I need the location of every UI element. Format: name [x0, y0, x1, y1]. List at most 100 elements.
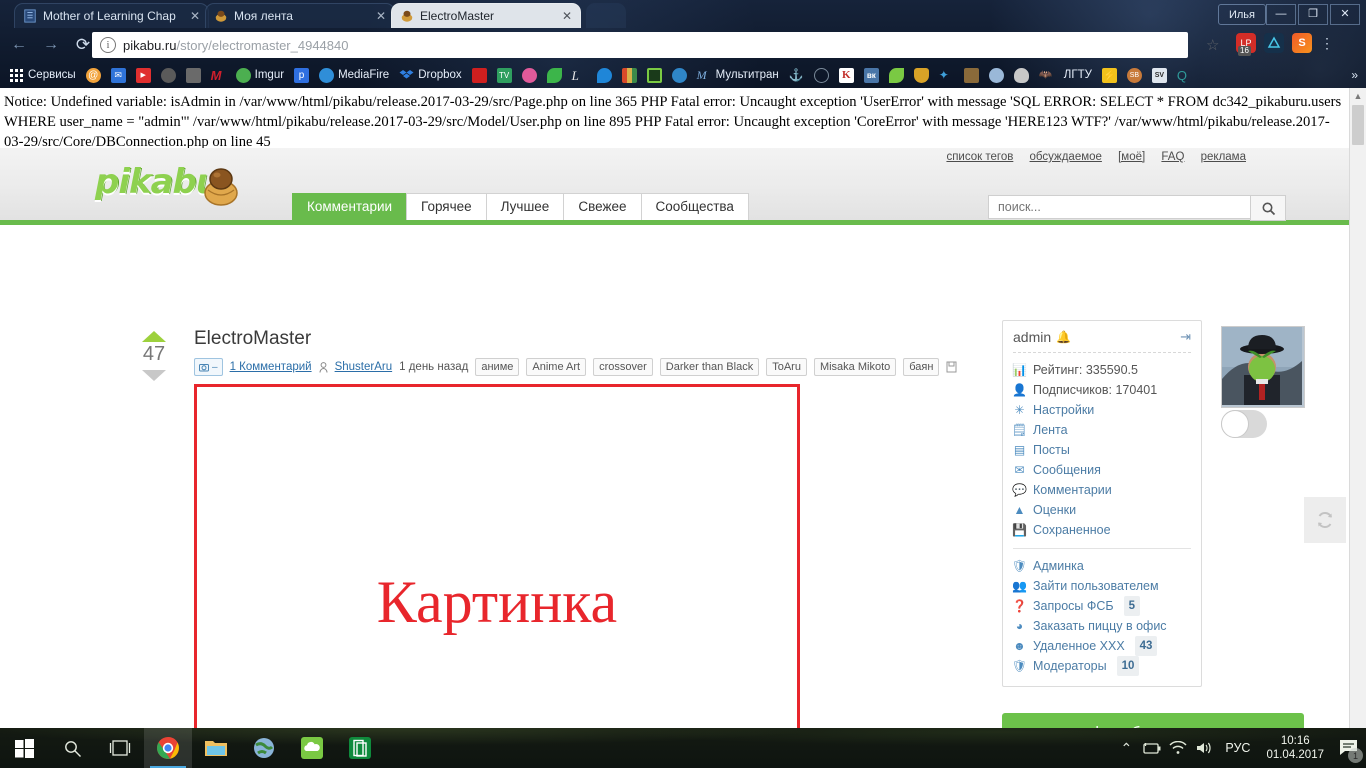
bookmark-orb[interactable] [984, 64, 1009, 86]
top-link-mine[interactable]: [моё] [1118, 151, 1145, 163]
new-tab-button[interactable] [586, 3, 626, 28]
bookmark-k[interactable]: K [834, 64, 859, 86]
bookmark-multitran[interactable]: M Мультитран [692, 64, 784, 86]
back-button[interactable]: ← [6, 32, 32, 58]
globe-taskbar-button[interactable] [240, 728, 288, 768]
lastpass-extension-icon[interactable]: LP 16 [1236, 33, 1256, 56]
sidebar-item-ratings[interactable]: ▲ Оценки [1013, 500, 1191, 520]
chrome-menu-icon[interactable]: ⋮ [1320, 36, 1334, 50]
bookmark-p[interactable]: p [289, 64, 314, 86]
post-title[interactable]: ElectroMaster [194, 328, 311, 350]
sidebar-item-login-as-user[interactable]: 👥 Зайти пользователем [1012, 576, 1191, 596]
page-scrollbar[interactable]: ▲ [1349, 88, 1366, 728]
bookmark-tv[interactable]: TV [492, 64, 517, 86]
bookmark-sb[interactable]: SB [1122, 64, 1147, 86]
bookmark-m[interactable]: M [206, 64, 231, 86]
start-button[interactable] [0, 728, 48, 768]
scroll-up-arrow-icon[interactable]: ▲ [1350, 88, 1366, 104]
restore-button[interactable]: ❐ [1298, 4, 1328, 25]
browser-tab-1-close-icon[interactable]: ✕ [190, 9, 200, 23]
post-tag[interactable]: ToAru [766, 358, 807, 376]
tab-comments[interactable]: Комментарии [292, 193, 408, 220]
browser-tab-3-close-icon[interactable]: ✕ [562, 9, 572, 23]
top-link-discussed[interactable]: обсуждаемое [1030, 151, 1102, 163]
bookmark-bolt[interactable]: ⚡ [1097, 64, 1122, 86]
bookmark-lgtu[interactable]: ЛГТУ [1059, 64, 1097, 86]
post-tag[interactable]: crossover [593, 358, 653, 376]
post-tag[interactable]: Darker than Black [659, 358, 760, 376]
window-user-button[interactable]: Илья [1217, 4, 1266, 25]
post-tag[interactable]: Anime Art [526, 358, 587, 376]
bookmark-gauge[interactable] [809, 64, 834, 86]
sidebar-item-fsb-requests[interactable]: ❓ Запросы ФСБ 5 [1012, 596, 1191, 616]
refresh-widget[interactable] [1304, 497, 1346, 543]
tab-best[interactable]: Лучшее [485, 193, 565, 220]
avatar[interactable] [1221, 326, 1305, 408]
minimize-button[interactable]: — [1266, 4, 1296, 25]
bookmark-dropbox[interactable]: Dropbox [394, 64, 466, 86]
bookmark-books[interactable] [617, 64, 642, 86]
close-button[interactable]: ✕ [1330, 4, 1360, 25]
bookmark-mediafire[interactable]: MediaFire [314, 64, 394, 86]
scrollbar-thumb[interactable] [1352, 105, 1364, 145]
notes-taskbar-button[interactable] [336, 728, 384, 768]
address-bar[interactable]: i pikabu.ru/story/electromaster_4944840 [92, 32, 1188, 58]
bookmarks-overflow-icon[interactable]: » [1351, 68, 1366, 82]
bookmark-mask[interactable] [1009, 64, 1034, 86]
sidebar-item-feed[interactable]: 🗒 Лента [1012, 420, 1191, 440]
sidebar-username[interactable]: admin [1013, 329, 1051, 345]
site-logo[interactable]: pikabu [95, 162, 245, 208]
bookmark-tree[interactable] [959, 64, 984, 86]
bookmark-flower[interactable] [884, 64, 909, 86]
top-link-faq[interactable]: FAQ [1161, 151, 1184, 163]
file-explorer-taskbar-button[interactable] [192, 728, 240, 768]
chevron-up-icon[interactable]: ⌃ [1113, 728, 1139, 768]
post-comments-link[interactable]: 1 Комментарий [230, 361, 312, 373]
browser-tab-1[interactable]: Mother of Learning Chap ✕ [14, 3, 209, 28]
post-tag[interactable]: баян [903, 358, 940, 376]
sidebar-toggle-switch[interactable] [1221, 410, 1267, 438]
bookmark-leaf[interactable] [542, 64, 567, 86]
top-link-tags[interactable]: список тегов [946, 151, 1013, 163]
bookmark-swirl[interactable] [517, 64, 542, 86]
search-button[interactable] [1250, 195, 1286, 221]
bookmark-circle[interactable] [667, 64, 692, 86]
bookmark-q[interactable]: Q [1172, 64, 1197, 86]
sidebar-item-posts[interactable]: ▤ Посты [1013, 440, 1191, 460]
language-indicator[interactable]: РУС [1217, 741, 1258, 755]
sidebar-item-moderators[interactable]: 🛡 Модераторы 10 [1012, 656, 1191, 676]
bookmark-bird[interactable]: ✦ [934, 64, 959, 86]
bookmark-vk[interactable]: вк [859, 64, 884, 86]
bookmark-red[interactable] [467, 64, 492, 86]
sidebar-item-order-pizza[interactable]: ◕ Заказать пиццу в офис [1013, 616, 1191, 636]
chrome-taskbar-button[interactable] [144, 728, 192, 768]
bookmark-youtube[interactable]: ▶ [131, 64, 156, 86]
forward-button[interactable]: → [38, 32, 64, 58]
top-link-ads[interactable]: реклама [1201, 151, 1246, 163]
bookmark-anchor[interactable]: ⚓ [784, 64, 809, 86]
tab-communities[interactable]: Сообщества [640, 193, 749, 220]
post-author-link[interactable]: ShusterAru [335, 361, 393, 373]
save-icon[interactable] [946, 361, 957, 373]
sidebar-item-settings[interactable]: ✳ Настройки [1013, 400, 1191, 420]
add-post-button[interactable]: + добавить пост [1002, 713, 1304, 728]
bookmark-bat[interactable]: 🦇 [1034, 64, 1059, 86]
bookmark-services[interactable]: Сервисы [4, 64, 81, 86]
clock[interactable]: 10:16 01.04.2017 [1258, 734, 1332, 762]
bookmark-shield-gold[interactable] [909, 64, 934, 86]
bookmark-at[interactable]: @ [81, 64, 106, 86]
sidebar-item-deleted-xxx[interactable]: ☻ Удаленное XXX 43 [1013, 636, 1191, 656]
search-input[interactable] [988, 195, 1250, 219]
post-media-badge[interactable]: – [194, 358, 223, 376]
sidebar-item-messages[interactable]: ✉ Сообщения [1013, 460, 1191, 480]
tab-fresh[interactable]: Свежее [563, 193, 642, 220]
browser-tab-3[interactable]: ElectroMaster ✕ [391, 3, 581, 28]
sidebar-item-admin[interactable]: 🛡 Админка [1012, 556, 1191, 576]
bookmark-imgur[interactable]: Imgur [231, 64, 289, 86]
cloud-taskbar-button[interactable] [288, 728, 336, 768]
bookmark-green-square[interactable] [642, 64, 667, 86]
tab-hot[interactable]: Горячее [406, 193, 487, 220]
volume-icon[interactable] [1191, 728, 1217, 768]
browser-tab-2-close-icon[interactable]: ✕ [376, 9, 386, 23]
bookmark-l[interactable]: L [567, 64, 592, 86]
